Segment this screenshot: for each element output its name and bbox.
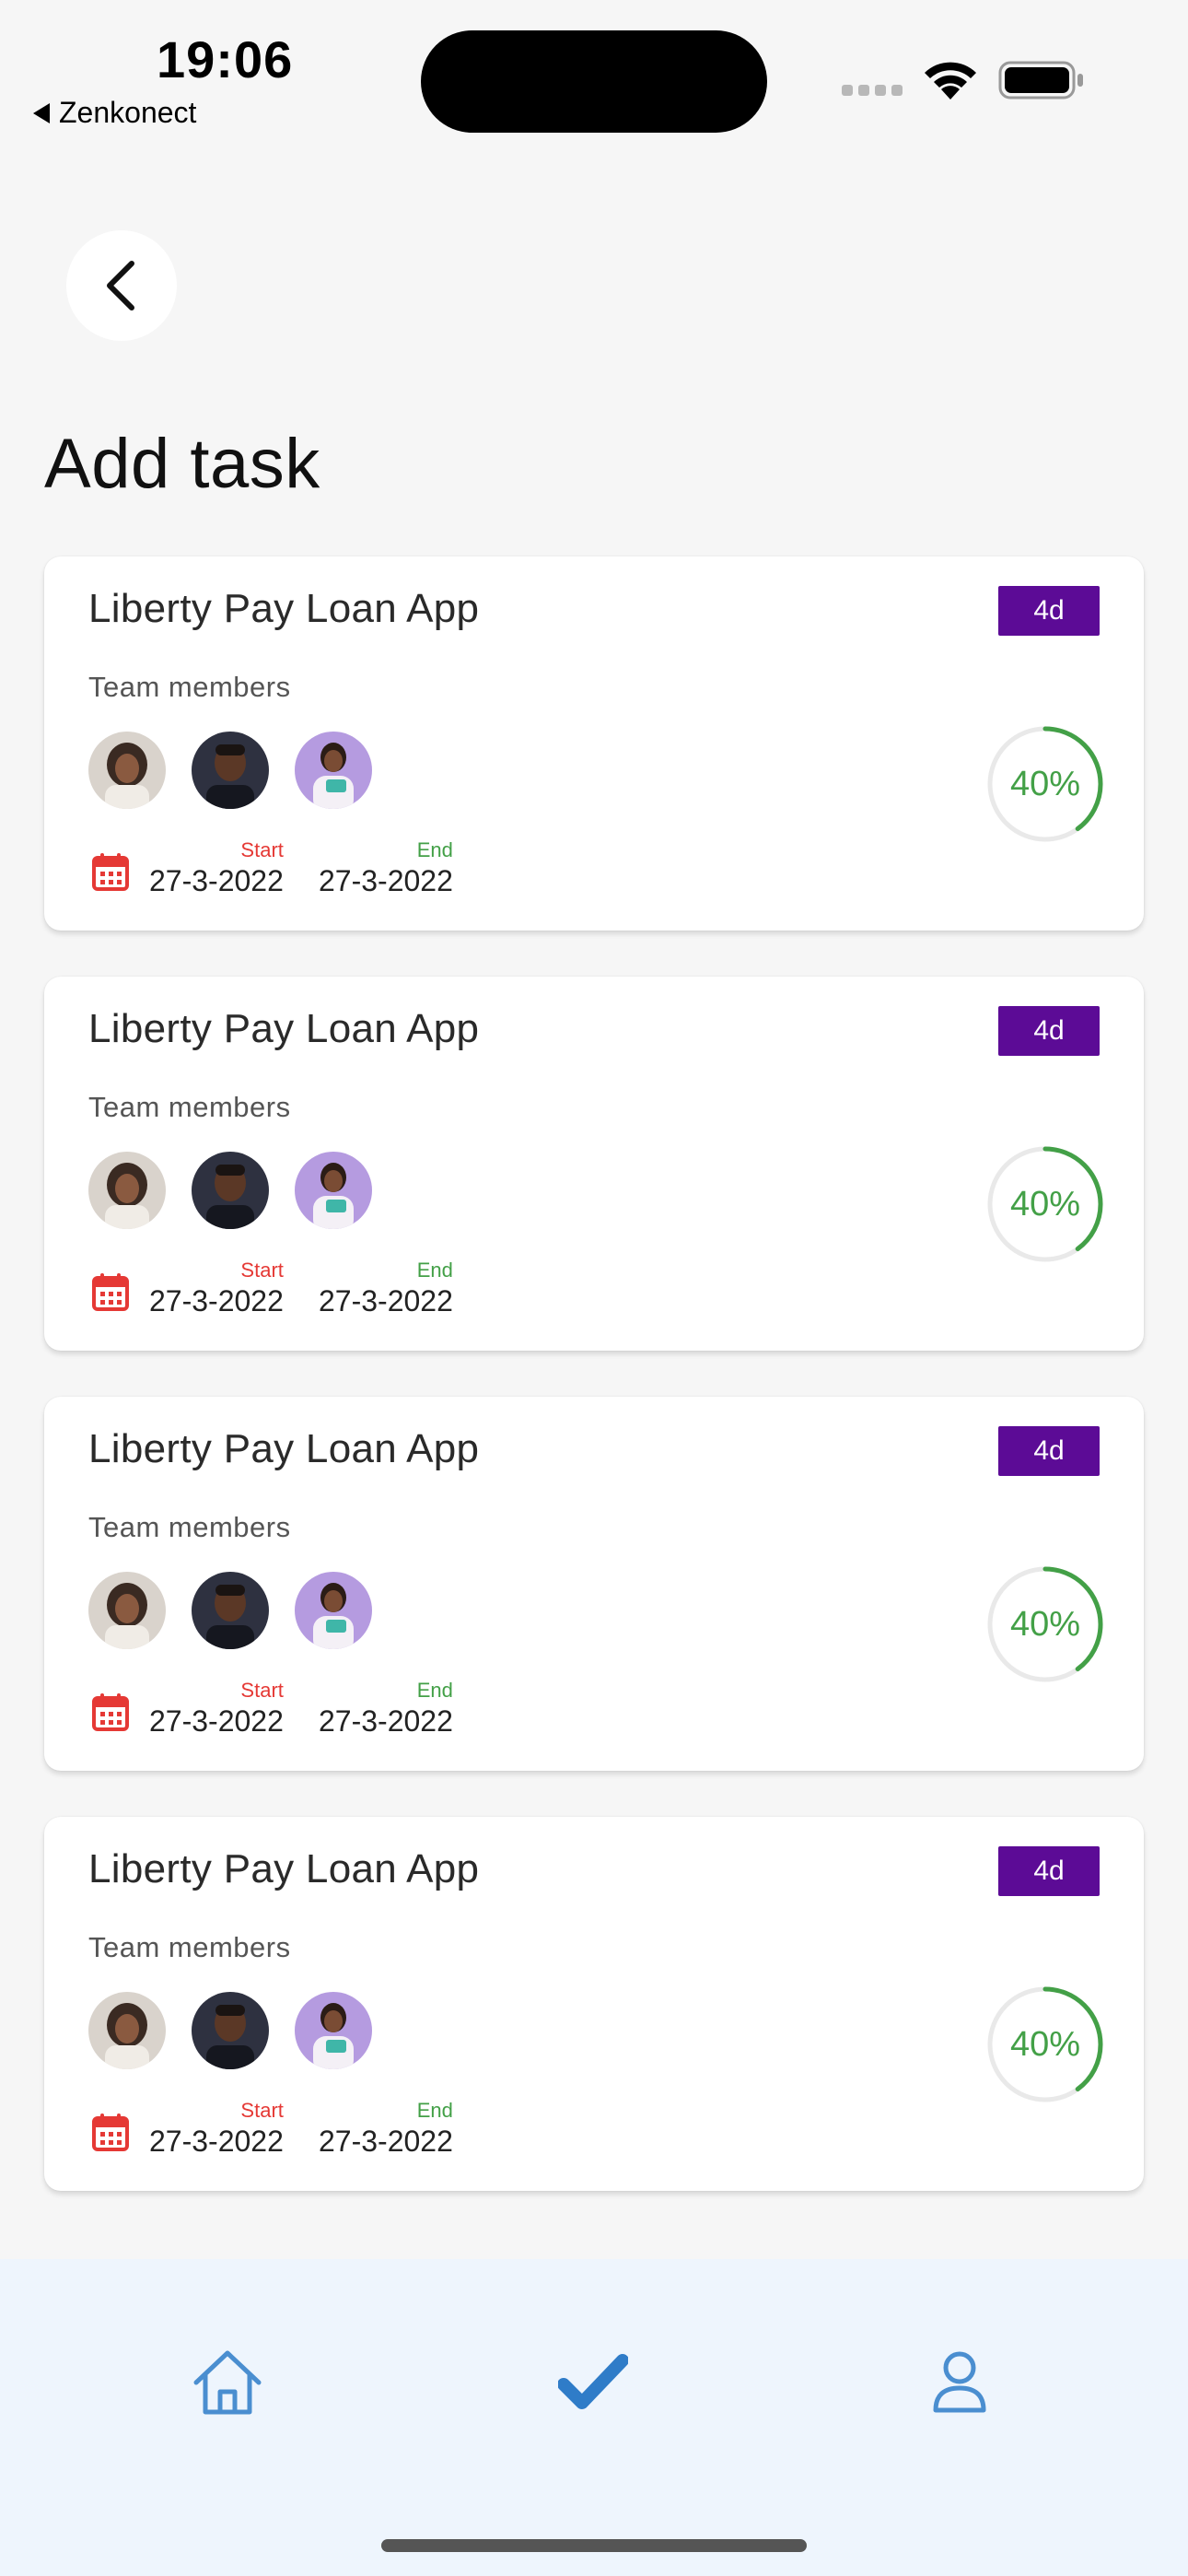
team-avatars — [88, 1152, 372, 1229]
signal-icon — [842, 85, 903, 96]
team-members-label: Team members — [88, 1091, 291, 1123]
task-card[interactable]: Liberty Pay Loan App 4d Team members Sta… — [44, 977, 1144, 1351]
end-label: End — [416, 838, 453, 861]
user-icon — [933, 2351, 986, 2413]
status-time: 19:06 — [157, 30, 294, 88]
team-members-label: Team members — [88, 1511, 291, 1543]
avatar[interactable] — [88, 1152, 166, 1229]
progress-ring: 40% — [985, 1564, 1105, 1684]
team-avatars — [88, 1992, 372, 2069]
task-card[interactable]: Liberty Pay Loan App 4d Team members Sta… — [44, 1397, 1144, 1771]
progress-label: 40% — [1009, 2024, 1081, 2064]
start-date-block: Start 27-3-2022 — [149, 838, 284, 898]
bottom-nav — [0, 2259, 1188, 2576]
back-to-app-link[interactable]: Zenkonect — [33, 96, 196, 130]
chevron-left-icon — [107, 261, 134, 310]
start-date-block: Start 27-3-2022 — [149, 1259, 284, 1318]
duration-badge: 4d — [998, 1846, 1100, 1896]
task-title: Liberty Pay Loan App — [88, 1846, 480, 1891]
avatar[interactable] — [295, 1152, 372, 1229]
avatar[interactable] — [192, 1992, 269, 2069]
back-triangle-icon — [33, 102, 50, 123]
task-title: Liberty Pay Loan App — [88, 1426, 480, 1471]
nav-profile[interactable] — [914, 2336, 1006, 2429]
end-date: 27-3-2022 — [319, 2125, 453, 2158]
task-title: Liberty Pay Loan App — [88, 586, 480, 631]
nav-home[interactable] — [181, 2336, 274, 2429]
end-date: 27-3-2022 — [319, 864, 453, 897]
team-members-label: Team members — [88, 671, 291, 703]
start-label: Start — [240, 2099, 284, 2122]
progress-ring: 40% — [985, 1144, 1105, 1264]
dynamic-island — [421, 30, 767, 133]
battery-icon — [998, 61, 1083, 100]
start-label: Start — [240, 838, 284, 861]
page-title: Add task — [44, 425, 320, 503]
start-date: 27-3-2022 — [149, 1284, 284, 1317]
end-label: End — [416, 1259, 453, 1282]
avatar[interactable] — [88, 732, 166, 809]
avatar[interactable] — [88, 1572, 166, 1649]
check-icon — [558, 2354, 628, 2409]
status-bar: 19:06 Zenkonect — [0, 0, 1188, 147]
end-label: End — [416, 2099, 453, 2122]
calendar-icon — [92, 853, 129, 891]
progress-label: 40% — [1009, 1184, 1081, 1224]
end-date-block: End 27-3-2022 — [319, 1679, 453, 1739]
progress-label: 40% — [1009, 1604, 1081, 1644]
duration-badge: 4d — [998, 586, 1100, 636]
nav-tasks[interactable] — [547, 2336, 639, 2429]
calendar-icon — [92, 1693, 129, 1731]
progress-ring: 40% — [985, 724, 1105, 844]
end-label: End — [416, 1679, 453, 1702]
end-date: 27-3-2022 — [319, 1704, 453, 1738]
start-label: Start — [240, 1679, 284, 1702]
start-date: 27-3-2022 — [149, 1704, 284, 1738]
avatar[interactable] — [295, 1572, 372, 1649]
progress-label: 40% — [1009, 764, 1081, 803]
duration-badge: 4d — [998, 1006, 1100, 1056]
avatar[interactable] — [192, 1572, 269, 1649]
start-date-block: Start 27-3-2022 — [149, 1679, 284, 1739]
home-indicator — [381, 2539, 807, 2552]
end-date-block: End 27-3-2022 — [319, 1259, 453, 1318]
home-icon — [193, 2350, 262, 2415]
back-button[interactable] — [66, 230, 177, 341]
avatar[interactable] — [88, 1992, 166, 2069]
task-card[interactable]: Liberty Pay Loan App 4d Team members Sta… — [44, 556, 1144, 931]
start-date-block: Start 27-3-2022 — [149, 2099, 284, 2159]
duration-badge: 4d — [998, 1426, 1100, 1476]
team-avatars — [88, 1572, 372, 1649]
end-date: 27-3-2022 — [319, 1284, 453, 1317]
calendar-icon — [92, 1273, 129, 1311]
end-date-block: End 27-3-2022 — [319, 2099, 453, 2159]
progress-ring: 40% — [985, 1985, 1105, 2104]
team-members-label: Team members — [88, 1931, 291, 1963]
team-avatars — [88, 732, 372, 809]
avatar[interactable] — [295, 732, 372, 809]
calendar-icon — [92, 2113, 129, 2151]
end-date-block: End 27-3-2022 — [319, 838, 453, 898]
avatar[interactable] — [295, 1992, 372, 2069]
start-label: Start — [240, 1259, 284, 1282]
task-list: Liberty Pay Loan App 4d Team members Sta… — [44, 556, 1144, 2237]
avatar[interactable] — [192, 732, 269, 809]
task-card[interactable]: Liberty Pay Loan App 4d Team members Sta… — [44, 1817, 1144, 2191]
start-date: 27-3-2022 — [149, 864, 284, 897]
back-app-label: Zenkonect — [59, 96, 197, 129]
avatar[interactable] — [192, 1152, 269, 1229]
task-title: Liberty Pay Loan App — [88, 1006, 480, 1051]
start-date: 27-3-2022 — [149, 2125, 284, 2158]
wifi-icon — [925, 62, 976, 100]
